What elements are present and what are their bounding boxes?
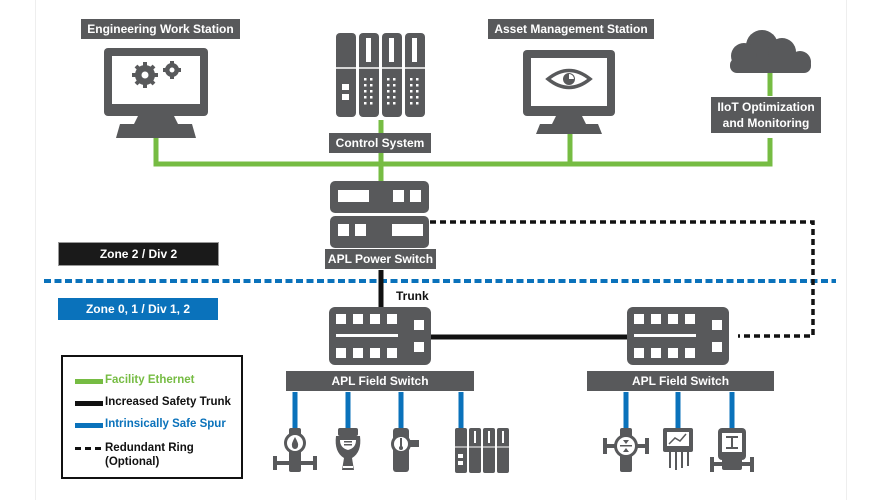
rack-led-dot [393, 84, 396, 87]
field-switch-2-label: APL Field Switch [587, 371, 774, 391]
legend-item-spur: Intrinsically Safe Spur [75, 418, 226, 430]
legend-label: Increased Safety Trunk [105, 396, 231, 408]
rack-led-dot [370, 90, 373, 93]
rack-led-dot [416, 96, 419, 99]
trunk-label: Trunk [396, 289, 429, 303]
legend-label: Redundant Ring [105, 442, 194, 454]
iiot-label: IIoT Optimization and Monitoring [711, 97, 821, 133]
monitor-eye-icon [523, 50, 615, 134]
rack-led-dot [393, 90, 396, 93]
temperature-transmitter-icon [391, 428, 419, 472]
engineering-workstation-label: Engineering Work Station [81, 19, 240, 39]
cloud-icon [730, 30, 811, 73]
rack-led-dot [364, 102, 367, 105]
legend-swatch-dashed [75, 447, 103, 450]
rack-led-dot [393, 96, 396, 99]
analyzer-icon [663, 428, 693, 470]
rack-led-dot [387, 102, 390, 105]
rack-led-dot [364, 90, 367, 93]
field-switch-icon-1 [329, 307, 431, 365]
flow-meter-icon [273, 428, 317, 472]
rack-led-dot [393, 78, 396, 81]
rack-led-dot [364, 84, 367, 87]
valve-actuator-icon [710, 428, 754, 472]
rack-led-dot [370, 78, 373, 81]
legend-label: Intrinsically Safe Spur [105, 418, 226, 430]
asset-management-label: Asset Management Station [488, 19, 654, 39]
rack-led-dot [370, 96, 373, 99]
legend-item-trunk: Increased Safety Trunk [75, 396, 231, 408]
pressure-transmitter-icon [603, 428, 649, 472]
iiot-label-line2: and Monitoring [722, 116, 810, 130]
monitor-gears-icon [104, 48, 208, 138]
legend-swatch-ethernet [75, 379, 103, 384]
zone2-label: Zone 2 / Div 2 [58, 242, 219, 266]
power-switch-label: APL Power Switch [325, 249, 436, 269]
rack-led-dot [370, 84, 373, 87]
ethernet-lines [153, 72, 773, 182]
legend-swatch-trunk [75, 401, 103, 406]
iiot-label-line1: IIoT Optimization [717, 100, 815, 114]
rack-led-dot [410, 96, 413, 99]
rack-led-dot [410, 78, 413, 81]
rack-led-dot [416, 84, 419, 87]
legend-label-sub: (Optional) [105, 456, 160, 468]
zone01-label: Zone 0, 1 / Div 1, 2 [58, 298, 218, 320]
remote-io-rack-icon [455, 428, 509, 473]
rack-led-dot [410, 90, 413, 93]
legend-label: Facility Ethernet [105, 374, 195, 386]
rack-led-dot [410, 84, 413, 87]
power-switch-icon [330, 181, 429, 248]
legend-swatch-spur [75, 423, 103, 428]
rack-led-dot [393, 102, 396, 105]
rack-led-dot [387, 78, 390, 81]
rack-led-dot [370, 102, 373, 105]
ethernet-bus [153, 137, 773, 167]
rack-led-dot [364, 96, 367, 99]
spur-lines [292, 392, 735, 430]
rack-led-dot [387, 90, 390, 93]
rack-led-dot [410, 102, 413, 105]
rack-led-dot [416, 102, 419, 105]
legend: Facility Ethernet Increased Safety Trunk… [61, 355, 243, 479]
field-switch-icon-2 [627, 307, 729, 365]
control-system-label: Control System [329, 133, 431, 153]
legend-item-ethernet: Facility Ethernet [75, 374, 194, 386]
legend-item-redundant-ring: Redundant Ring (Optional) [75, 441, 194, 469]
rack-led-dot [364, 78, 367, 81]
rack-led-dot [387, 84, 390, 87]
level-transmitter-icon [335, 428, 361, 470]
rack-led-dot [387, 96, 390, 99]
rack-led-dot [416, 90, 419, 93]
field-switch-1-label: APL Field Switch [286, 371, 474, 391]
rack-led-dot [416, 78, 419, 81]
